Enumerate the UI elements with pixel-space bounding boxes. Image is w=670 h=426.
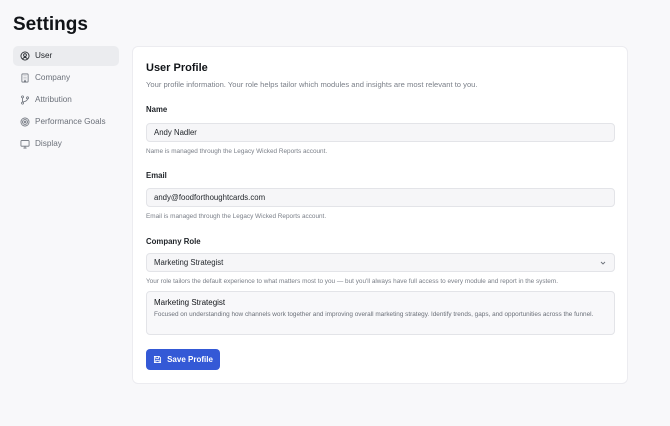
- email-label: Email: [146, 171, 167, 180]
- building-icon: [20, 73, 30, 83]
- name-field[interactable]: [146, 123, 615, 142]
- settings-sidebar: User Company Attribution Performance Goa…: [13, 46, 119, 156]
- section-title: User Profile: [146, 62, 208, 74]
- sidebar-item-attribution[interactable]: Attribution: [13, 90, 119, 110]
- user-profile-card: User Profile Your profile information. Y…: [132, 46, 628, 384]
- sidebar-item-company[interactable]: Company: [13, 68, 119, 88]
- sidebar-item-label: Display: [35, 139, 62, 148]
- sidebar-item-label: Attribution: [35, 95, 72, 104]
- git-branch-icon: [20, 95, 30, 105]
- sidebar-item-performance-goals[interactable]: Performance Goals: [13, 112, 119, 132]
- company-role-value: Marketing Strategist: [154, 258, 224, 267]
- sidebar-item-label: Performance Goals: [35, 117, 106, 126]
- company-role-select[interactable]: Marketing Strategist: [146, 253, 615, 272]
- sidebar-item-user[interactable]: User: [13, 46, 119, 66]
- name-help-text: Name is managed through the Legacy Wicke…: [146, 148, 328, 155]
- save-profile-button[interactable]: Save Profile: [146, 349, 220, 370]
- email-field[interactable]: [146, 188, 615, 207]
- sidebar-item-label: User: [35, 51, 53, 60]
- email-help-text: Email is managed through the Legacy Wick…: [146, 213, 327, 220]
- sidebar-item-label: Company: [35, 73, 71, 82]
- role-card-description: Focused on understanding how channels wo…: [154, 311, 594, 318]
- name-label: Name: [146, 105, 168, 114]
- sidebar-item-display[interactable]: Display: [13, 134, 119, 154]
- monitor-icon: [20, 139, 30, 149]
- save-icon: [153, 355, 162, 364]
- target-icon: [20, 117, 30, 127]
- company-role-help-text: Your role tailors the default experience…: [146, 278, 558, 285]
- role-card-title: Marketing Strategist: [154, 298, 226, 307]
- user-circle-icon: [20, 51, 30, 61]
- page-title: Settings: [13, 14, 88, 35]
- role-description-card: Marketing Strategist Focused on understa…: [146, 291, 615, 335]
- company-role-label: Company Role: [146, 237, 201, 246]
- save-profile-label: Save Profile: [167, 355, 213, 364]
- section-subtitle: Your profile information. Your role help…: [146, 80, 478, 89]
- chevron-down-icon: [599, 259, 607, 267]
